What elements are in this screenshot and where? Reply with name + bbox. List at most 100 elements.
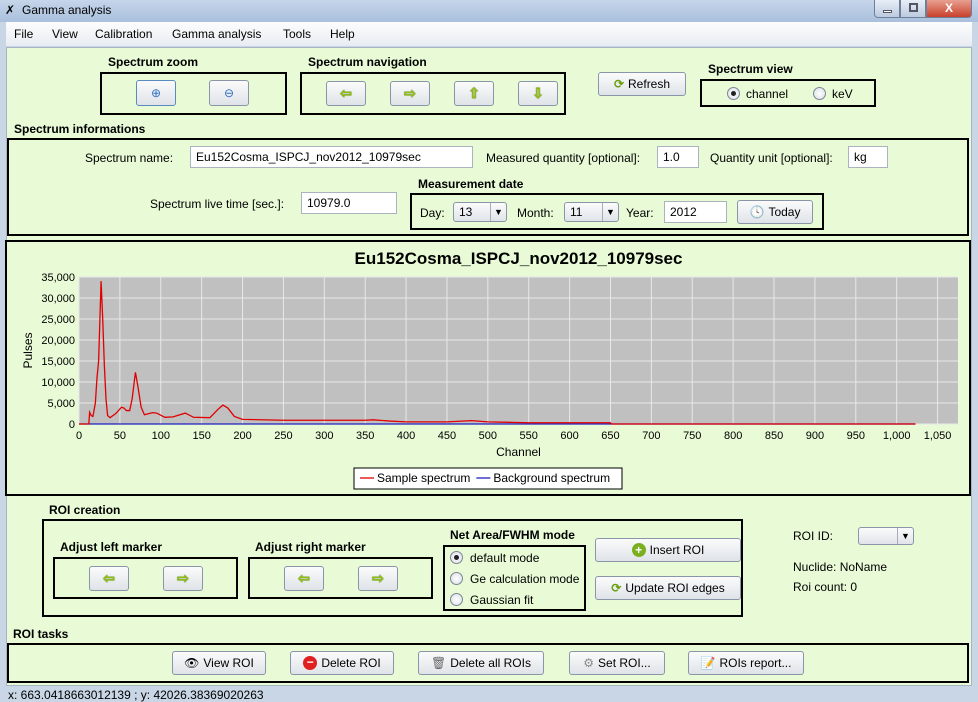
day-label: Day: [420,206,445,220]
menu-file[interactable]: File [14,27,33,41]
y-tick-label: 25,000 [41,314,75,326]
x-tick-label: 400 [397,430,415,442]
x-tick-label: 250 [274,430,292,442]
measured-quantity-input[interactable]: 1.0 [657,146,699,168]
close-button[interactable]: X [926,0,972,18]
right-marker-right-button[interactable]: ⇨ [358,566,398,591]
x-tick-label: 300 [315,430,333,442]
day-value: 13 [459,205,473,219]
ge-mode-radio[interactable] [450,572,463,585]
today-button[interactable]: 🕓 Today [737,200,813,224]
minimize-button[interactable] [874,0,900,18]
menu-view[interactable]: View [52,27,78,41]
quantity-unit-input[interactable]: kg [848,146,888,168]
spectrum-view-label: Spectrum view [708,62,793,76]
y-tick-label: 30,000 [41,293,75,305]
roi-creation-label: ROI creation [49,503,121,517]
year-label: Year: [626,206,654,220]
maximize-button[interactable] [900,0,926,18]
insert-roi-button[interactable]: + Insert ROI [595,538,741,562]
live-time-label: Spectrum live time [sec.]: [150,197,285,211]
nav-up-button[interactable]: ⇧ [454,81,494,106]
spectrum-chart[interactable]: Eu152Cosma_ISPCJ_nov2012_10979sec 0 50 100 1… [5,240,971,496]
channel-radio[interactable] [727,87,740,100]
arrow-left-icon: ⇦ [103,570,115,586]
spectrum-zoom-label: Spectrum zoom [108,55,199,69]
roi-tasks-label: ROI tasks [13,627,69,641]
default-mode-radio[interactable] [450,551,463,564]
menu-gamma-analysis[interactable]: Gamma analysis [172,27,261,41]
menu-calibration[interactable]: Calibration [95,27,152,41]
refresh-icon: ⟳ [613,77,625,91]
arrow-right-icon: ⇨ [372,570,384,586]
x-tick-label: 1,050 [924,430,952,442]
x-axis-label: Channel [496,445,541,459]
delete-all-rois-button[interactable]: 🗑 Delete all ROIs [418,651,544,675]
chevron-down-icon: ▼ [490,203,506,221]
nuclide-label: Nuclide: NoName [793,560,888,574]
chevron-down-icon: ▼ [602,203,618,221]
x-tick-label: 850 [765,430,783,442]
right-marker-left-button[interactable]: ⇦ [284,566,324,591]
update-roi-edges-button[interactable]: ⟳ Update ROI edges [595,576,741,600]
x-tick-label: 500 [479,430,497,442]
spectrum-name-input[interactable]: Eu152Cosma_ISPCJ_nov2012_10979sec [190,146,473,168]
x-tick-label: 150 [192,430,210,442]
live-time-input[interactable]: 10979.0 [301,192,397,214]
menu-help[interactable]: Help [330,27,355,41]
x-tick-label: 900 [806,430,824,442]
arrow-up-icon: ⇧ [468,85,480,101]
x-tick-label: 200 [233,430,251,442]
report-icon: 📝 [700,656,716,670]
plot-area [79,277,958,424]
zoom-out-icon: ⊖ [223,86,235,100]
nav-right-button[interactable]: ⇨ [390,81,430,106]
arrow-down-icon: ⇩ [532,85,544,101]
rois-report-button[interactable]: 📝 ROIs report... [688,651,804,675]
x-tick-label: 950 [847,430,865,442]
set-roi-label: Set ROI... [598,656,651,670]
month-value: 11 [570,205,583,219]
nav-down-button[interactable]: ⇩ [518,81,558,106]
delete-icon: − [303,656,318,670]
status-bar-coordinates: x: 663.0418663012139 ; y: 42026.38369020… [8,688,264,702]
set-roi-button[interactable]: ⚙ Set ROI... [569,651,665,675]
zoom-in-button[interactable]: ⊕ [136,80,176,106]
view-roi-label: View ROI [203,656,254,670]
measurement-date-label: Measurement date [418,177,524,191]
delete-roi-label: Delete ROI [321,656,381,670]
rois-report-label: ROIs report... [719,656,792,670]
y-tick-label: 15,000 [41,356,75,368]
net-area-mode-label: Net Area/FWHM mode [450,528,575,542]
menu-tools[interactable]: Tools [283,27,311,41]
month-select[interactable]: 11 ▼ [564,202,619,222]
adjust-left-group [53,557,238,599]
arrow-left-icon: ⇦ [340,85,352,101]
zoom-out-button[interactable]: ⊖ [209,80,249,106]
ge-mode-label: Ge calculation mode [470,572,580,586]
arrow-right-icon: ⇨ [177,570,189,586]
delete-roi-button[interactable]: − Delete ROI [290,651,394,675]
nav-left-button[interactable]: ⇦ [326,81,366,106]
kev-radio[interactable] [813,87,826,100]
refresh-button[interactable]: ⟳ Refresh [598,72,686,96]
chevron-down-icon: ▼ [897,528,913,544]
title-bar: ✗ Gamma analysis X [0,0,978,22]
measured-quantity-label: Measured quantity [optional]: [486,151,641,165]
gaussian-fit-radio[interactable] [450,593,463,606]
view-roi-button[interactable]: 👁 View ROI [172,651,266,675]
x-tick-label: 750 [683,430,701,442]
arrow-right-icon: ⇨ [404,85,416,101]
spectrum-info-label: Spectrum informations [14,122,146,136]
left-marker-left-button[interactable]: ⇦ [89,566,129,591]
spectrum-zoom-group [100,72,287,115]
year-input[interactable]: 2012 [664,201,727,223]
left-marker-right-button[interactable]: ⇨ [163,566,203,591]
chart-title: Eu152Cosma_ISPCJ_nov2012_10979sec [355,249,683,268]
legend-entry: Sample spectrum [377,471,470,485]
spectrum-name-label: Spectrum name: [85,151,174,165]
day-select[interactable]: 13 ▼ [453,202,507,222]
x-tick-label: 600 [560,430,578,442]
roi-id-select[interactable]: ▼ [858,527,914,545]
gaussian-fit-label: Gaussian fit [470,593,534,607]
